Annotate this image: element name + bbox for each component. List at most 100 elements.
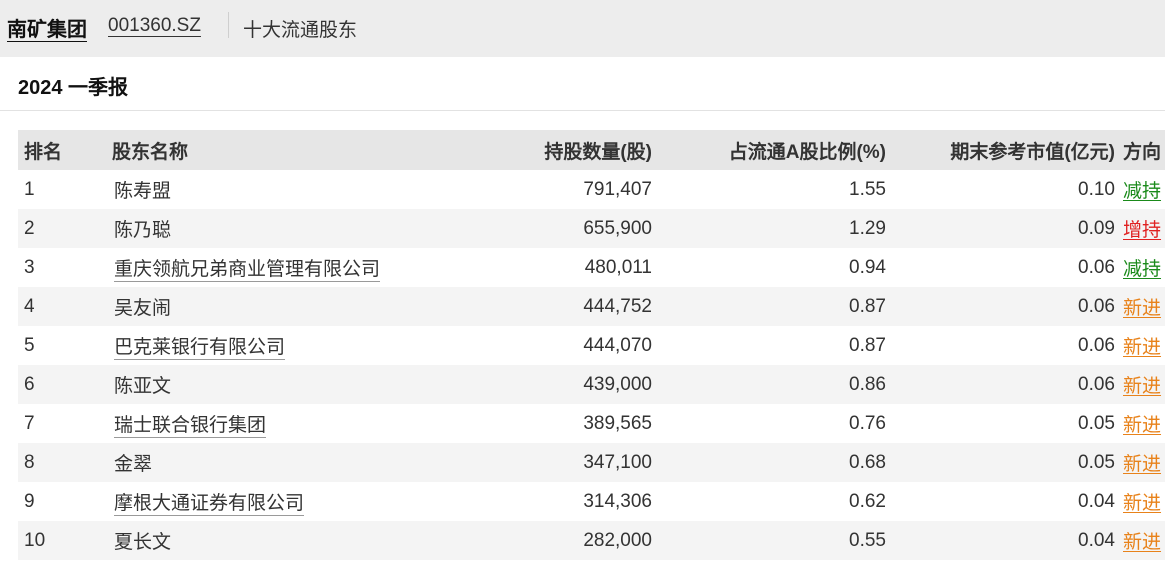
- ratio-value: 0.94: [849, 256, 886, 278]
- rank-value: 7: [24, 412, 35, 434]
- direction-link[interactable]: 新进: [1123, 415, 1161, 436]
- shares-value: 655,900: [583, 217, 652, 239]
- company-name-link[interactable]: 南矿集团: [7, 13, 87, 42]
- holders-panel: 2024 一季报 排名 股东名称 持股数量(股) 占流通A股比例(%) 期末参考…: [0, 57, 1165, 565]
- shares-cell: 389,565: [412, 404, 652, 443]
- ratio-cell: 1.29: [652, 209, 886, 248]
- holder-name-link[interactable]: 重庆领航兄弟商业管理有限公司: [114, 259, 381, 282]
- shares-cell: 444,752: [412, 287, 652, 326]
- market-value-cell: 0.04: [886, 521, 1115, 560]
- ratio-value: 0.87: [849, 334, 886, 356]
- holder-name-cell: 吴友闹: [112, 287, 412, 326]
- direction-link[interactable]: 减持: [1123, 181, 1161, 202]
- ratio-cell: 0.87: [652, 287, 886, 326]
- holder-name: 夏长文: [114, 532, 172, 553]
- holder-name-link[interactable]: 摩根大通证券有限公司: [114, 493, 305, 516]
- direction-cell: 新进: [1115, 365, 1165, 404]
- shares-value: 444,070: [583, 334, 652, 356]
- holder-name-cell: 瑞士联合银行集团: [112, 404, 412, 443]
- market-value-cell: 0.05: [886, 404, 1115, 443]
- direction-cell: 新进: [1115, 404, 1165, 443]
- direction-link[interactable]: 减持: [1123, 259, 1161, 280]
- direction-link[interactable]: 新进: [1123, 376, 1161, 397]
- rank-cell: 2: [18, 209, 112, 248]
- direction-link[interactable]: 新进: [1123, 532, 1161, 553]
- table-row: 10 夏长文 282,000 0.55 0.04 新进: [18, 521, 1165, 560]
- table-row: 8 金翠 347,100 0.68 0.05 新进: [18, 443, 1165, 482]
- rank-cell: 3: [18, 248, 112, 287]
- direction-cell: 减持: [1115, 170, 1165, 209]
- market-value: 0.09: [1078, 217, 1115, 239]
- market-value-cell: 0.06: [886, 326, 1115, 365]
- direction-link[interactable]: 新进: [1123, 493, 1161, 514]
- top-bar: 南矿集团 001360.SZ 十大流通股东: [0, 0, 1165, 57]
- market-value-cell: 0.06: [886, 248, 1115, 287]
- market-value: 0.04: [1078, 529, 1115, 551]
- ratio-value: 0.87: [849, 295, 886, 317]
- rank-value: 5: [24, 334, 35, 356]
- rank-cell: 9: [18, 482, 112, 521]
- rank-value: 2: [24, 217, 35, 239]
- column-header-rank: 排名: [24, 141, 63, 163]
- holder-name-link[interactable]: 巴克莱银行有限公司: [114, 337, 286, 360]
- report-period-title: 2024 一季报: [18, 77, 129, 99]
- holder-name-cell: 摩根大通证券有限公司: [112, 482, 412, 521]
- table-row: 3 重庆领航兄弟商业管理有限公司 480,011 0.94 0.06 减持: [18, 248, 1165, 287]
- section-title: 十大流通股东: [243, 20, 358, 41]
- table-row: 4 吴友闹 444,752 0.87 0.06 新进: [18, 287, 1165, 326]
- holder-name: 吴友闹: [114, 298, 172, 319]
- ratio-value: 1.55: [849, 178, 886, 200]
- table-row: 5 巴克莱银行有限公司 444,070 0.87 0.06 新进: [18, 326, 1165, 365]
- rank-value: 6: [24, 373, 35, 395]
- market-value: 0.05: [1078, 451, 1115, 473]
- shares-value: 389,565: [583, 412, 652, 434]
- header-divider: [228, 12, 229, 38]
- ratio-value: 0.76: [849, 412, 886, 434]
- holder-name-cell: 陈亚文: [112, 365, 412, 404]
- direction-link[interactable]: 增持: [1123, 220, 1161, 241]
- rank-cell: 4: [18, 287, 112, 326]
- ratio-cell: 0.87: [652, 326, 886, 365]
- holder-name: 金翠: [114, 454, 153, 475]
- ratio-value: 0.68: [849, 451, 886, 473]
- table-row: 2 陈乃聪 655,900 1.29 0.09 增持: [18, 209, 1165, 248]
- market-value: 0.05: [1078, 412, 1115, 434]
- direction-link[interactable]: 新进: [1123, 298, 1161, 319]
- shares-cell: 347,100: [412, 443, 652, 482]
- table-row: 7 瑞士联合银行集团 389,565 0.76 0.05 新进: [18, 404, 1165, 443]
- table-body: 1 陈寿盟 791,407 1.55 0.10 减持 2 陈乃聪 655,900 1.29 0.09…: [18, 170, 1165, 560]
- table-header-row: 排名 股东名称 持股数量(股) 占流通A股比例(%) 期末参考市值(亿元) 方向: [18, 130, 1165, 170]
- direction-cell: 新进: [1115, 326, 1165, 365]
- shares-value: 439,000: [583, 373, 652, 395]
- market-value-cell: 0.06: [886, 365, 1115, 404]
- rank-cell: 7: [18, 404, 112, 443]
- market-value-cell: 0.04: [886, 482, 1115, 521]
- rank-value: 9: [24, 490, 35, 512]
- rank-value: 4: [24, 295, 35, 317]
- holder-name-link[interactable]: 瑞士联合银行集团: [114, 415, 267, 438]
- holder-name-cell: 陈乃聪: [112, 209, 412, 248]
- direction-cell: 减持: [1115, 248, 1165, 287]
- direction-cell: 新进: [1115, 287, 1165, 326]
- table-row: 1 陈寿盟 791,407 1.55 0.10 减持: [18, 170, 1165, 209]
- ratio-value: 1.29: [849, 217, 886, 239]
- rank-cell: 8: [18, 443, 112, 482]
- direction-cell: 新进: [1115, 443, 1165, 482]
- shares-value: 314,306: [583, 490, 652, 512]
- holder-name-cell: 陈寿盟: [112, 170, 412, 209]
- market-value: 0.10: [1078, 178, 1115, 200]
- table-row: 6 陈亚文 439,000 0.86 0.06 新进: [18, 365, 1165, 404]
- shares-cell: 791,407: [412, 170, 652, 209]
- ratio-cell: 0.76: [652, 404, 886, 443]
- stock-code-link[interactable]: 001360.SZ: [108, 15, 201, 37]
- direction-link[interactable]: 新进: [1123, 337, 1161, 358]
- rank-cell: 6: [18, 365, 112, 404]
- market-value: 0.04: [1078, 490, 1115, 512]
- holder-name-cell: 金翠: [112, 443, 412, 482]
- direction-link[interactable]: 新进: [1123, 454, 1161, 475]
- rank-value: 8: [24, 451, 35, 473]
- shares-cell: 655,900: [412, 209, 652, 248]
- rank-cell: 5: [18, 326, 112, 365]
- rank-cell: 10: [18, 521, 112, 560]
- top-holders-table: 排名 股东名称 持股数量(股) 占流通A股比例(%) 期末参考市值(亿元) 方向…: [18, 130, 1165, 560]
